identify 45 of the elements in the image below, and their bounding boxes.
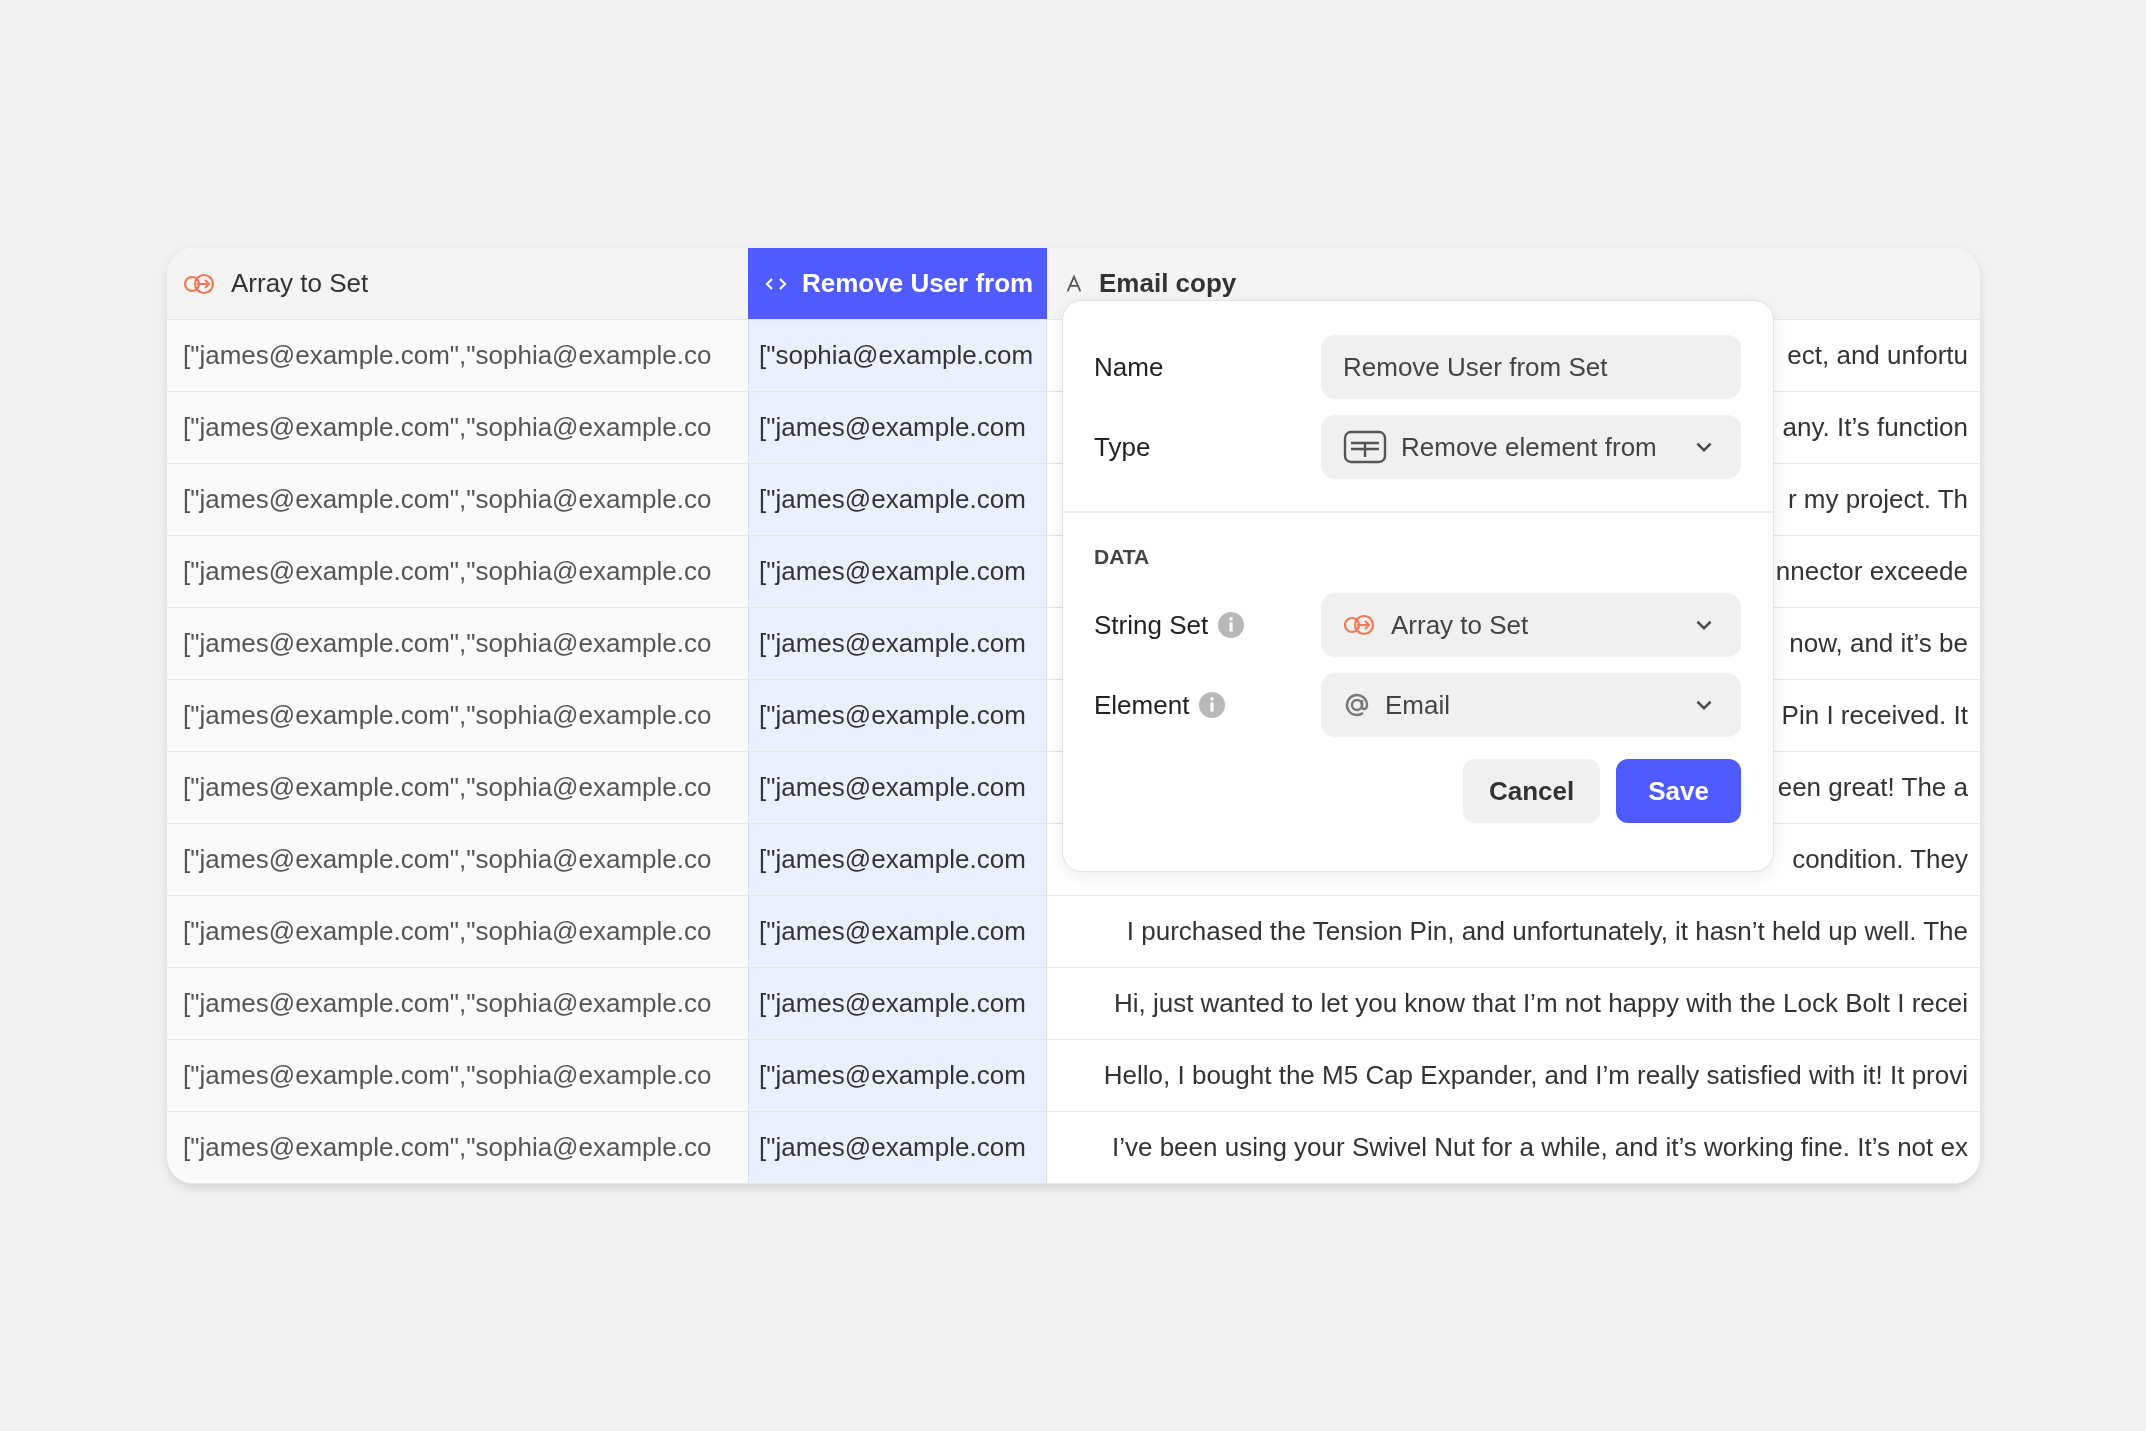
cancel-button[interactable]: Cancel <box>1463 759 1601 823</box>
table-cell: ["james@example.com","sophia@example.co <box>167 320 748 392</box>
table-cell: ["james@example.com","sophia@example.co <box>167 896 748 968</box>
table-cell: ["james@example.com","sophia@example.co <box>167 608 748 680</box>
table-cell: ["james@example.com <box>748 536 1047 608</box>
table-cell: ["james@example.com <box>748 752 1047 824</box>
field-label: Name <box>1094 351 1164 383</box>
table-cell: ["sophia@example.com <box>748 320 1047 392</box>
table-cell: ["james@example.com <box>748 968 1047 1040</box>
field-label: Type <box>1094 431 1151 463</box>
table-cell: ["james@example.com","sophia@example.co <box>167 464 748 536</box>
table-cell: ["james@example.com <box>748 896 1047 968</box>
table-cell: ["james@example.com","sophia@example.co <box>167 392 748 464</box>
table-cell: ["james@example.com","sophia@example.co <box>167 1040 748 1112</box>
field-label: String Set <box>1094 609 1209 641</box>
column-header[interactable]: Array to Set <box>167 248 748 320</box>
table-cell: ["james@example.com","sophia@example.co <box>167 752 748 824</box>
select-field[interactable]: Remove element from <box>1321 415 1741 479</box>
table-cell: I purchased the Tension Pin, and unfortunately, it hasn’t held up well. The <box>1047 896 1980 968</box>
table-cell: ["james@example.com","sophia@example.co <box>167 968 748 1040</box>
field-label: Element <box>1094 689 1190 721</box>
table-cell: ["james@example.com","sophia@example.co <box>167 824 748 896</box>
section-heading: DATA <box>1094 544 1151 570</box>
table-cell: Hi, just wanted to let you know that I’m not happy with the Lock Bolt I recei <box>1047 968 1980 1040</box>
select-field[interactable]: Email <box>1321 673 1741 737</box>
at-icon <box>1343 691 1371 719</box>
table-cell: Hello, I bought the M5 Cap Expander, and I’m really satisfied with it! It provi <box>1047 1040 1980 1112</box>
table-cell: ["james@example.com <box>748 680 1047 752</box>
table-cell: ["james@example.com <box>748 608 1047 680</box>
arrow-circle-icon <box>183 271 217 296</box>
table-cell: ["james@example.com <box>748 824 1047 896</box>
table-icon <box>1343 430 1387 464</box>
table-cell: ["james@example.com <box>748 1040 1047 1112</box>
table-cell: ["james@example.com <box>748 392 1047 464</box>
table-cell: ["james@example.com","sophia@example.co <box>167 536 748 608</box>
table-cell: I’ve been using your Swivel Nut for a while, and it’s working fine. It’s not ex <box>1047 1112 1980 1184</box>
table-cell: ["james@example.com <box>748 1112 1047 1184</box>
save-button[interactable]: Save <box>1616 759 1741 823</box>
select-field[interactable]: Array to Set <box>1321 593 1741 657</box>
arrow-circle-icon <box>1343 613 1377 637</box>
table-cell: ["james@example.com","sophia@example.co <box>167 680 748 752</box>
column-header[interactable]: Remove User from <box>748 248 1047 320</box>
name-field[interactable]: Remove User from Set <box>1321 335 1741 399</box>
table-cell: ["james@example.com <box>748 464 1047 536</box>
table-cell: ["james@example.com","sophia@example.co <box>167 1112 748 1184</box>
